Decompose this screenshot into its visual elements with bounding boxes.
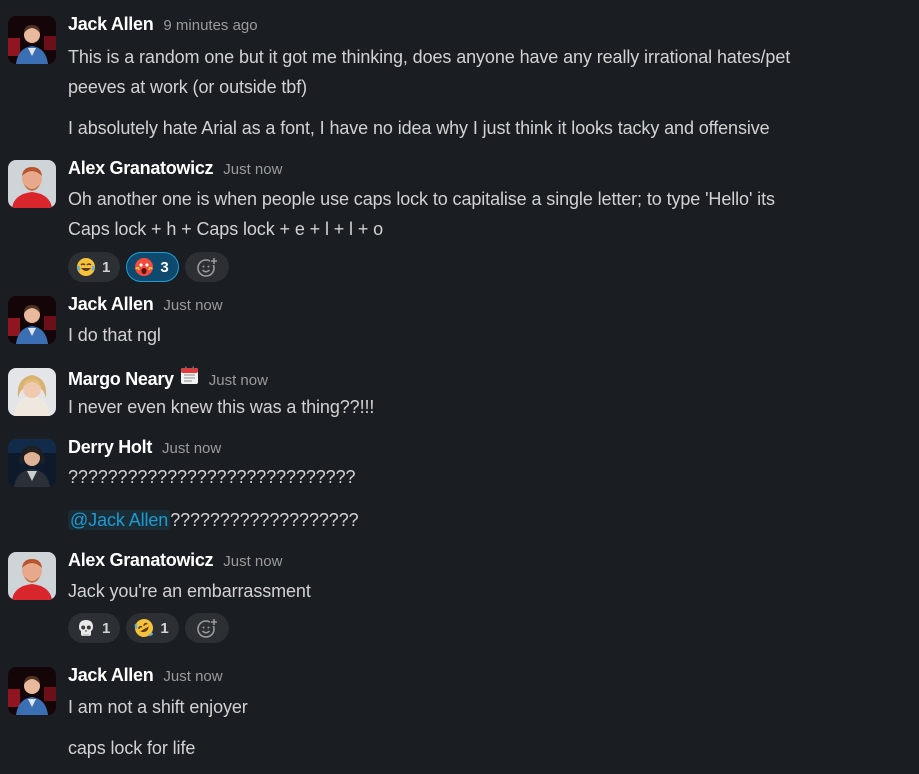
author-name[interactable]: Alex Granatowicz	[68, 550, 214, 571]
timestamp[interactable]: Just now	[163, 297, 222, 314]
message-header: Derry Holt Just now	[68, 437, 221, 461]
reaction-count: 3	[160, 258, 169, 276]
scream-emoji-icon	[135, 258, 154, 276]
avatar-margo-neary[interactable]	[8, 368, 56, 416]
message-header: Margo Neary Just now	[68, 366, 268, 390]
joy-emoji-icon	[77, 258, 95, 276]
add-reaction-button[interactable]	[184, 613, 229, 643]
add-emoji-icon	[196, 257, 218, 277]
author-name[interactable]: Margo Neary	[68, 369, 174, 390]
message-text: Caps lock + h + Caps lock + e + l + l + …	[68, 219, 384, 239]
reaction-count: 1	[102, 619, 111, 637]
avatar-alex-granatowicz[interactable]	[8, 552, 56, 600]
reaction-joy[interactable]: 1	[68, 252, 121, 282]
message-feed: Jack Allen 9 minutes ago This is a rando…	[0, 0, 919, 774]
message-text: caps lock for life	[68, 738, 196, 758]
reactions-bar: 1 1	[68, 613, 229, 643]
reaction-scream[interactable]: 3	[126, 252, 179, 282]
avatar-alex-granatowicz[interactable]	[8, 160, 56, 208]
avatar-jack-allen[interactable]	[8, 667, 56, 715]
reaction-skull[interactable]: 1	[68, 613, 121, 643]
message-text: Oh another one is when people use caps l…	[68, 189, 775, 209]
message-text: I do that ngl	[68, 325, 161, 345]
timestamp[interactable]: Just now	[223, 553, 282, 570]
timestamp[interactable]: Just now	[163, 668, 222, 685]
author-name[interactable]: Jack Allen	[68, 14, 154, 35]
add-reaction-button[interactable]	[184, 252, 229, 282]
message-header: Jack Allen Just now	[68, 665, 223, 689]
author-name[interactable]: Jack Allen	[68, 294, 154, 315]
author-name[interactable]: Derry Holt	[68, 437, 152, 458]
message-header: Jack Allen Just now	[68, 294, 223, 318]
timestamp[interactable]: Just now	[209, 372, 268, 389]
message-text: @Jack Allen???????????????????	[68, 510, 359, 531]
avatar-jack-allen[interactable]	[8, 16, 56, 64]
skull-emoji-icon	[79, 620, 93, 636]
user-mention[interactable]: @Jack Allen	[68, 510, 171, 530]
reaction-count: 1	[160, 619, 169, 637]
message-text: peeves at work (or outside tbf)	[68, 77, 308, 97]
timestamp[interactable]: 9 minutes ago	[163, 17, 257, 34]
rofl-emoji-icon	[135, 619, 154, 637]
message-text: I am not a shift enjoyer	[68, 697, 248, 717]
message-text: I never even knew this was a thing??!!!	[68, 397, 375, 417]
author-name[interactable]: Alex Granatowicz	[68, 158, 214, 179]
avatar-jack-allen[interactable]	[8, 296, 56, 344]
message-header: Alex Granatowicz Just now	[68, 550, 282, 574]
message-text: This is a random one but it got me think…	[68, 47, 791, 67]
avatar-derry-holt[interactable]	[8, 439, 56, 487]
message-header: Jack Allen 9 minutes ago	[68, 14, 258, 38]
message-text: Jack you're an embarrassment	[68, 581, 311, 601]
reactions-bar: 1 3	[68, 252, 229, 282]
message-header: Alex Granatowicz Just now	[68, 158, 282, 182]
timestamp[interactable]: Just now	[223, 161, 282, 178]
timestamp[interactable]: Just now	[162, 440, 221, 457]
calendar-icon[interactable]	[180, 366, 199, 385]
add-emoji-icon	[196, 618, 218, 638]
message-text: I absolutely hate Arial as a font, I hav…	[68, 118, 770, 138]
message-text: ?????????????????????????????	[68, 467, 356, 487]
author-name[interactable]: Jack Allen	[68, 665, 154, 686]
reaction-count: 1	[102, 258, 111, 276]
mention-suffix-text: ???????????????????	[170, 510, 359, 530]
reaction-rofl[interactable]: 1	[126, 613, 179, 643]
